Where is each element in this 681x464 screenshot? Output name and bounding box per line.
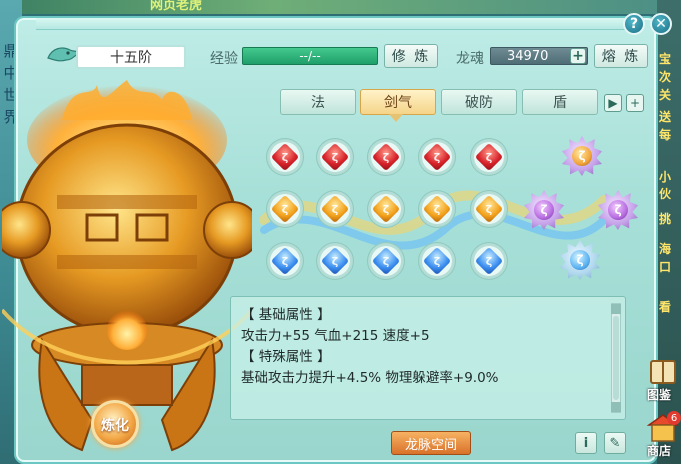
tab-dun[interactable]: 盾 xyxy=(522,89,598,115)
background-top-strip: 网页老虎 xyxy=(0,0,681,14)
orange-gem-slot[interactable]: ζ xyxy=(367,190,405,228)
red-gem-slot[interactable]: ζ xyxy=(470,138,508,176)
orange-gem-slot[interactable]: ζ xyxy=(418,190,456,228)
blue-gem-slot[interactable]: ζ xyxy=(470,242,508,280)
basic-attr-header: 【 基础属性 】 xyxy=(241,307,331,323)
basic-attr-line: 攻击力+55 气血+215 速度+5 xyxy=(241,328,430,344)
red-gem-slot[interactable]: ζ xyxy=(418,138,456,176)
right-bg-text: 每 xyxy=(659,128,672,142)
add-tab-button[interactable]: + xyxy=(626,94,644,112)
scroll-down-arrow-icon[interactable] xyxy=(611,402,621,412)
close-button[interactable]: ✕ xyxy=(650,13,672,35)
shop-label: 商店 xyxy=(647,444,672,458)
tab-label: 盾 xyxy=(553,95,567,111)
scroll-up-arrow-icon[interactable] xyxy=(611,304,621,314)
tab-label: 剑气 xyxy=(384,95,412,111)
exp-label: 经验 xyxy=(210,51,238,67)
smelt-button-label: 熔 炼 xyxy=(601,49,641,65)
right-bg-text: 次 xyxy=(659,70,672,84)
dragon-space-label: 龙脉空间 xyxy=(404,437,457,453)
dragon-head-icon xyxy=(47,47,79,62)
rank-label: 十五阶 xyxy=(110,50,152,66)
right-bg-text: 口 xyxy=(659,260,672,274)
tab-label: 破防 xyxy=(465,95,493,111)
red-gem-slot[interactable]: ζ xyxy=(316,138,354,176)
special-attr-header: 【 特殊属性 】 xyxy=(241,349,331,365)
red-gem-slot[interactable]: ζ xyxy=(266,138,304,176)
exp-progress-bar: --/-- xyxy=(242,47,378,65)
cultivate-button[interactable]: 修 炼 xyxy=(384,44,438,68)
star-gem-slot[interactable]: ζ xyxy=(556,236,604,284)
tab-jianqi[interactable]: 剑气 xyxy=(360,89,436,115)
exp-value: --/-- xyxy=(299,49,321,63)
soul-label: 龙魂 xyxy=(456,51,484,67)
right-bg-text: 送 xyxy=(659,110,672,124)
smelt-button[interactable]: 熔 炼 xyxy=(594,44,648,68)
scroll-thumb[interactable] xyxy=(613,316,619,400)
play-arrow-icon: ▶ xyxy=(608,96,618,110)
refine-button-label: 炼化 xyxy=(101,418,129,434)
orange-gem-slot[interactable]: ζ xyxy=(316,190,354,228)
panel-top-bar xyxy=(36,18,636,30)
star-gem-slot[interactable]: ζ xyxy=(520,186,568,234)
next-tab-button[interactable]: ▶ xyxy=(604,94,622,112)
blue-gem-slot[interactable]: ζ xyxy=(266,242,304,280)
plus-icon: + xyxy=(629,96,641,110)
close-icon: ✕ xyxy=(655,16,667,32)
orange-gem-slot[interactable]: ζ xyxy=(266,190,304,228)
active-tab-pointer xyxy=(389,114,403,122)
add-soul-button[interactable]: + xyxy=(570,48,586,64)
orange-gem-slot[interactable]: ζ xyxy=(470,190,508,228)
background-top-text: 网页老虎 xyxy=(150,0,203,13)
refine-button[interactable]: 炼化 xyxy=(85,398,149,450)
special-attr-line: 基础攻击力提升+4.5% 物理躲避率+9.0% xyxy=(241,370,499,386)
blue-gem-slot[interactable]: ζ xyxy=(367,242,405,280)
red-gem-slot[interactable]: ζ xyxy=(367,138,405,176)
right-bg-text: 关 xyxy=(659,88,672,102)
right-quick-widgets: 图鉴 6 商店 xyxy=(645,355,681,464)
help-icon: ? xyxy=(629,16,639,32)
tab-label: 法 xyxy=(311,95,325,111)
info-icon: i xyxy=(583,435,589,451)
edit-icon: ✎ xyxy=(609,435,621,451)
help-button[interactable]: ? xyxy=(623,13,645,35)
info-button[interactable]: i xyxy=(575,432,597,454)
attribute-scrollbar[interactable] xyxy=(611,303,621,413)
star-gem-slot[interactable]: ζ xyxy=(594,186,642,234)
right-bg-text: 看 xyxy=(659,300,672,314)
edit-button[interactable]: ✎ xyxy=(604,432,626,454)
gallery-label: 图鉴 xyxy=(647,388,672,402)
blue-gem-slot[interactable]: ζ xyxy=(316,242,354,280)
plus-icon: + xyxy=(572,48,584,64)
book-icon xyxy=(650,360,676,384)
blue-gem-slot[interactable]: ζ xyxy=(418,242,456,280)
right-bg-text: 海 xyxy=(659,242,672,256)
shop-widget[interactable]: 6 商店 xyxy=(645,411,681,459)
attribute-panel: 【 基础属性 】 攻击力+55 气血+215 速度+5 【 特殊属性 】 基础攻… xyxy=(230,296,626,420)
tab-pofang[interactable]: 破防 xyxy=(441,89,517,115)
right-bg-text: 挑 xyxy=(659,212,672,226)
soul-value: 34970 xyxy=(507,48,549,64)
gallery-widget[interactable]: 图鉴 xyxy=(645,357,681,403)
tab-fa[interactable]: 法 xyxy=(280,89,356,115)
shop-badge: 6 xyxy=(667,411,681,425)
dragon-space-button[interactable]: 龙脉空间 xyxy=(391,431,471,455)
right-bg-text: 小伙 xyxy=(659,170,672,201)
right-bg-text: 宝 xyxy=(659,52,672,66)
rank-display: 十五阶 xyxy=(76,45,186,69)
cultivate-button-label: 修 炼 xyxy=(391,49,431,65)
star-gem-slot[interactable]: ζ xyxy=(558,132,606,180)
